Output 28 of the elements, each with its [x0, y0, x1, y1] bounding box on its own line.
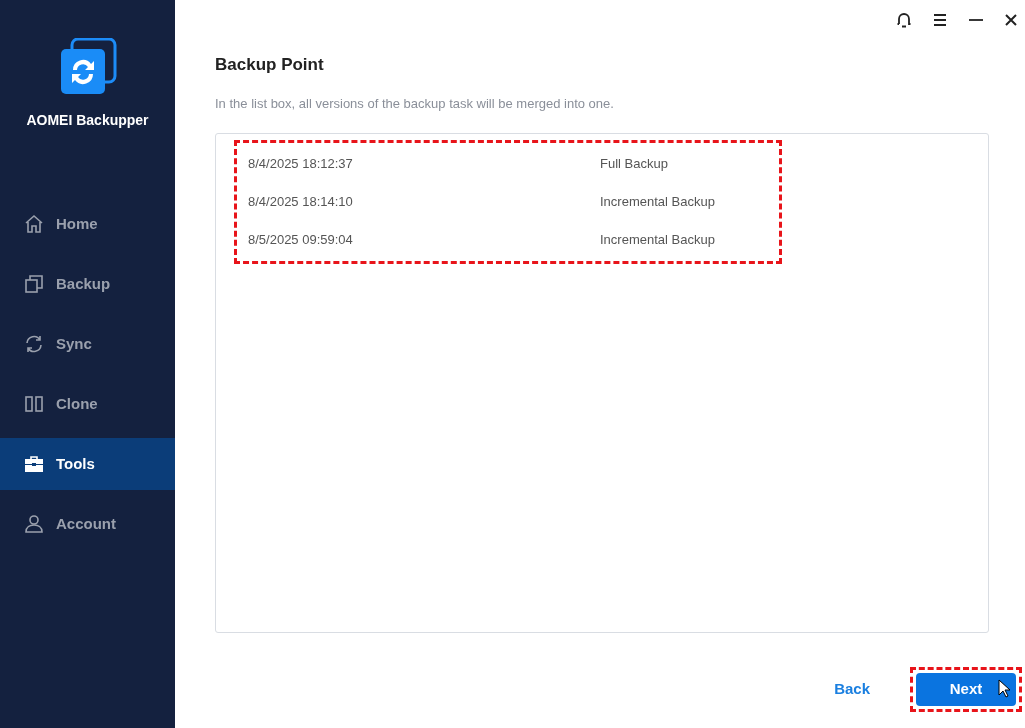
backup-time: 8/4/2025 18:12:37 [248, 155, 354, 174]
backup-time: 8/5/2025 09:59:04 [248, 231, 354, 250]
back-button[interactable]: Back [828, 677, 876, 702]
user-icon [24, 514, 44, 534]
home-icon [24, 214, 44, 234]
close-icon[interactable] [1005, 14, 1017, 26]
backup-type: Incremental Backup [600, 193, 715, 212]
menu-icon[interactable] [933, 14, 947, 26]
sidebar-item[interactable]: Backup [0, 258, 175, 310]
toolbox-icon [24, 454, 44, 474]
sidebar-item[interactable]: Home [0, 198, 175, 250]
bell-icon[interactable] [897, 12, 911, 28]
page-title: Backup Point [215, 54, 325, 76]
backup-time: 8/4/2025 18:14:10 [248, 193, 354, 212]
sidebar-item[interactable]: Clone [0, 378, 175, 430]
app-name: AOMEI Backupper [26, 111, 149, 130]
sync-icon [24, 334, 44, 354]
next-button[interactable]: Next [916, 673, 1016, 706]
cursor-icon [998, 679, 1010, 698]
copy-icon [24, 274, 44, 294]
page-subtitle: In the list box, all versions of the backup task will be merged into one. [215, 94, 615, 113]
sidebar-item[interactable]: Sync [0, 318, 175, 370]
backup-type: Full Backup [600, 155, 668, 174]
clone-icon [24, 394, 44, 414]
logo-icon [58, 38, 117, 96]
sidebar-item[interactable]: Account [0, 498, 175, 550]
sidebar-item[interactable]: Tools [0, 438, 175, 490]
backup-type: Incremental Backup [600, 231, 715, 250]
